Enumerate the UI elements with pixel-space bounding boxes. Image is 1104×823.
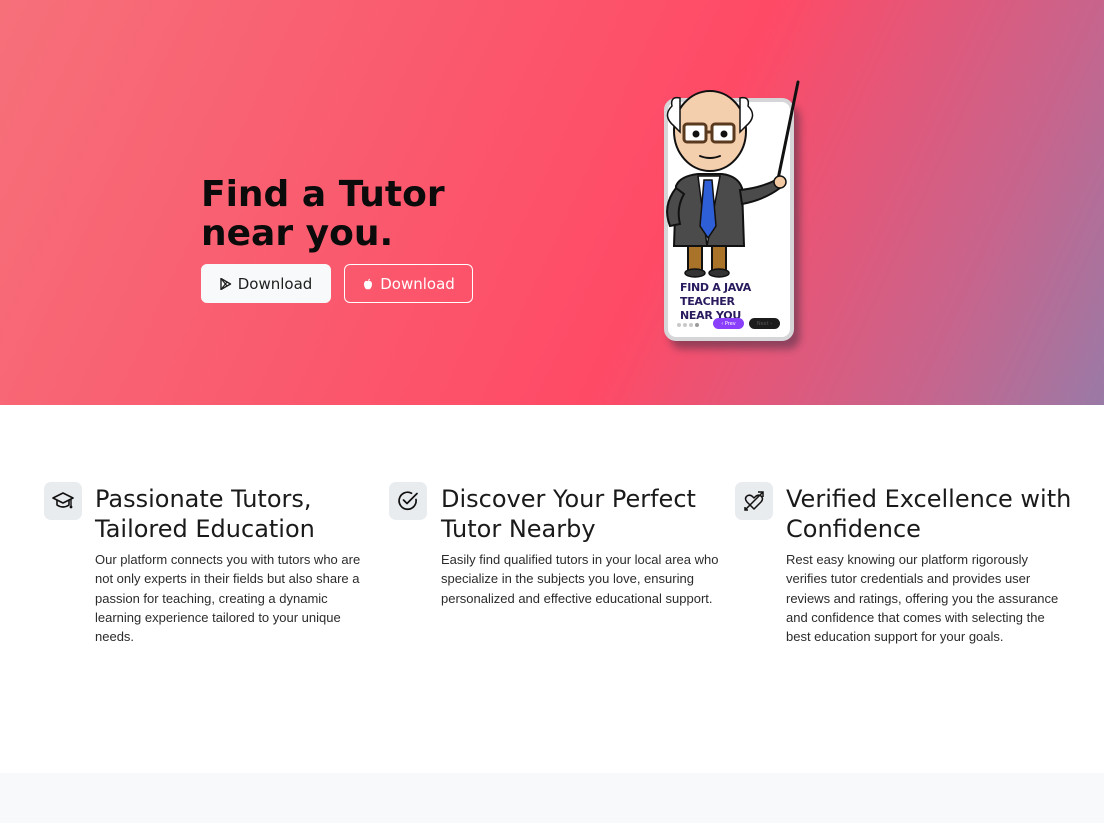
- feature-description: Our platform connects you with tutors wh…: [95, 552, 361, 645]
- feature-title-line1: Discover Your Perfect: [441, 485, 696, 513]
- phone-mockup: FIND A JAVA TEACHER NEAR YOU ‹ Prev Next…: [640, 76, 820, 366]
- footer-band: [0, 773, 1104, 823]
- check-circle-icon: [389, 482, 427, 520]
- carousel-dot[interactable]: [677, 323, 681, 327]
- feature-description: Easily find qualified tutors in your loc…: [441, 552, 719, 606]
- carousel-indicators: [677, 323, 699, 327]
- carousel-dot[interactable]: [683, 323, 687, 327]
- phone-caption-line1: FIND A JAVA TEACHER: [680, 281, 751, 308]
- app-store-download-button[interactable]: Download: [344, 264, 473, 303]
- app-store-download-label: Download: [380, 274, 455, 293]
- carousel-dot[interactable]: [695, 323, 699, 327]
- phone-caption: FIND A JAVA TEACHER NEAR YOU: [680, 281, 800, 323]
- google-play-icon: [220, 277, 231, 290]
- teacher-illustration: [666, 80, 800, 278]
- feature-title: Verified Excellence with Confidence: [786, 484, 1086, 544]
- feature-title: Passionate Tutors, Tailored Education: [95, 484, 375, 544]
- feature-description: Rest easy knowing our platform rigorousl…: [786, 552, 1059, 645]
- feature-title-line2: Confidence: [786, 515, 921, 543]
- carousel-prev-button[interactable]: ‹ Prev: [713, 318, 744, 329]
- google-play-download-label: Download: [237, 274, 313, 293]
- hero-section: Find a Tutor near you. Download Download: [0, 0, 1104, 405]
- feature-title-line1: Verified Excellence with: [786, 485, 1072, 513]
- google-play-download-button[interactable]: Download: [201, 264, 331, 303]
- arrow-heart-icon: [735, 482, 773, 520]
- graduation-cap-icon: [44, 482, 82, 520]
- carousel-next-button[interactable]: Next ›: [749, 318, 780, 329]
- hero-title: Find a Tutor near you.: [201, 174, 445, 254]
- feature-title-line1: Passionate Tutors,: [95, 485, 312, 513]
- carousel-dot[interactable]: [689, 323, 693, 327]
- feature-title-line2: Tailored Education: [95, 515, 315, 543]
- feature-title-line2: Tutor Nearby: [441, 515, 596, 543]
- feature-title: Discover Your Perfect Tutor Nearby: [441, 484, 731, 544]
- apple-icon: [364, 278, 373, 289]
